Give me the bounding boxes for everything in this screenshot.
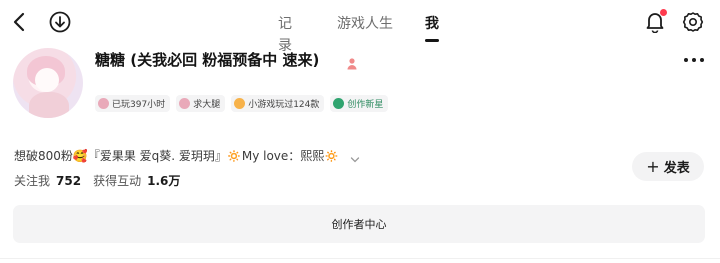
plus-icon: + <box>646 156 660 176</box>
creator-center-button[interactable]: 创作者中心 <box>13 205 705 243</box>
interactions-label: 获得互动 <box>93 174 142 188</box>
profile-badges: 已玩397小时 求大腿 小游戏玩过124款 创作新星 <box>95 95 389 112</box>
post-button[interactable]: + 发表 <box>632 152 704 181</box>
game-icon <box>234 98 246 109</box>
notification-dot <box>660 9 667 16</box>
download-icon[interactable] <box>48 10 72 34</box>
badge-label: 已玩397小时 <box>112 100 166 110</box>
avatar-icon <box>98 98 109 109</box>
profile-name: 糖糖 (关我必回 粉福预备中 速来) <box>95 51 320 69</box>
interactions-count[interactable]: 1.6万 <box>147 172 180 189</box>
profile-stats: 关注我 752 获得互动 1.6万 <box>14 172 180 189</box>
post-button-label: 发表 <box>663 161 690 176</box>
followers-count[interactable]: 752 <box>56 174 81 188</box>
chevron-down-icon[interactable] <box>350 150 360 163</box>
badge-label: 求大腿 <box>193 100 221 110</box>
badge-mini-games[interactable]: 小游戏玩过124款 <box>231 95 325 112</box>
active-tab-indicator <box>425 39 439 42</box>
followers-label: 关注我 <box>14 174 51 188</box>
tab-game-life[interactable]: 游戏人生 <box>337 13 393 35</box>
creator-center-label: 创作者中心 <box>331 218 387 231</box>
badge-label: 创作新星 <box>347 100 384 110</box>
creator-icon <box>333 98 345 109</box>
avatar-body <box>29 92 69 118</box>
badge-seek-help[interactable]: 求大腿 <box>176 95 226 112</box>
tab-records[interactable]: 记录 <box>278 13 292 54</box>
back-icon[interactable] <box>8 10 30 34</box>
gear-icon[interactable] <box>681 10 705 34</box>
tab-me[interactable]: 我 <box>425 13 439 35</box>
more-icon[interactable] <box>683 52 705 66</box>
avatar-face <box>35 68 59 92</box>
badge-creator-star[interactable]: 创作新星 <box>330 95 389 112</box>
profile-bio: 想破800粉🥰『爱果果 爱q葵. 爱玥玥』🔅My love：熙熙🔅 <box>14 149 340 163</box>
person-icon <box>347 55 357 70</box>
badge-play-hours[interactable]: 已玩397小时 <box>95 95 171 112</box>
divider <box>0 258 720 259</box>
avatar-icon <box>179 98 191 109</box>
top-nav-bar: 记录 游戏人生 我 <box>0 0 720 54</box>
avatar[interactable] <box>13 48 83 118</box>
badge-label: 小游戏玩过124款 <box>248 100 320 110</box>
